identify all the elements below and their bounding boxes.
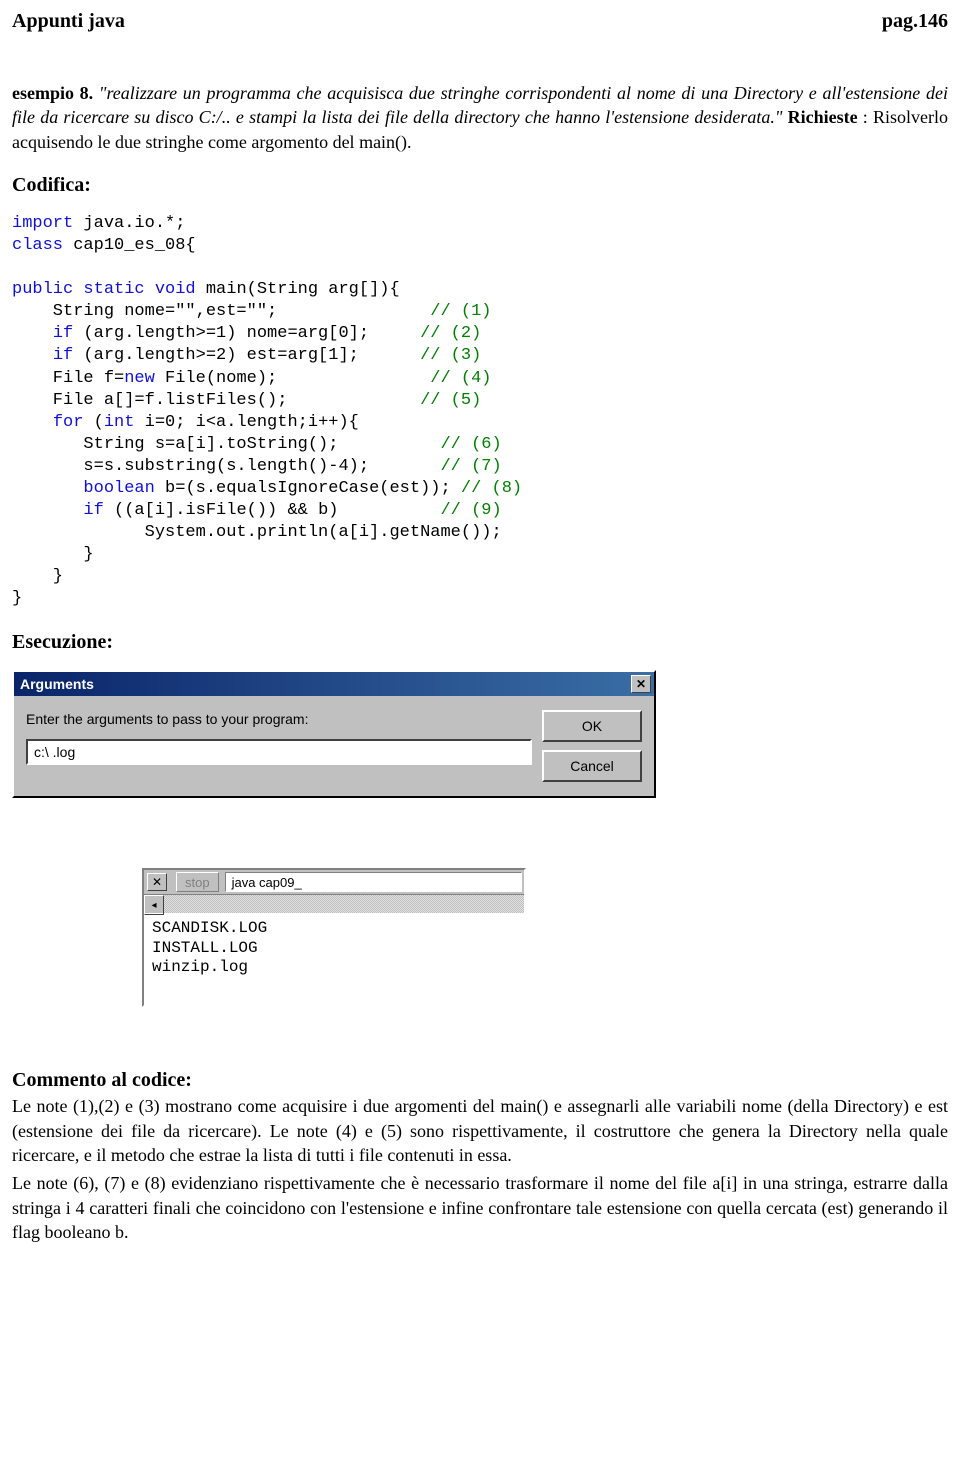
esecuzione-heading: Esecuzione: bbox=[12, 629, 948, 656]
header-right: pag.146 bbox=[882, 8, 948, 35]
dialog-title: Arguments bbox=[20, 675, 94, 694]
kw-psv: public static void bbox=[12, 280, 196, 299]
richieste-label: Richieste bbox=[788, 107, 858, 127]
kw-class: class bbox=[12, 236, 63, 255]
scrollbar[interactable]: ◂ bbox=[144, 895, 524, 913]
ok-button[interactable]: OK bbox=[542, 710, 642, 742]
codifica-heading: Codifica: bbox=[12, 172, 948, 199]
commento-p1: Le note (1),(2) e (3) mostrano come acqu… bbox=[12, 1094, 948, 1167]
output-toolbar: ✕ stop java cap09_ bbox=[144, 870, 524, 895]
stop-button[interactable]: stop bbox=[176, 872, 219, 892]
kw-import: import bbox=[12, 214, 73, 233]
close-icon[interactable]: ✕ bbox=[631, 675, 651, 693]
example-label: esempio 8. bbox=[12, 83, 93, 103]
commento-p2: Le note (6), (7) e (8) evidenziano rispe… bbox=[12, 1171, 948, 1244]
output-text: SCANDISK.LOG INSTALL.LOG winzip.log bbox=[144, 913, 524, 1005]
arguments-dialog: Arguments ✕ Enter the arguments to pass … bbox=[12, 670, 656, 799]
code-block: import java.io.*; class cap10_es_08{ pub… bbox=[12, 213, 948, 611]
close-icon[interactable]: ✕ bbox=[147, 873, 167, 891]
scroll-left-icon[interactable]: ◂ bbox=[144, 895, 164, 915]
arguments-input[interactable] bbox=[26, 739, 532, 765]
commento-heading: Commento al codice: bbox=[12, 1067, 948, 1094]
output-panel: ✕ stop java cap09_ ◂ SCANDISK.LOG INSTAL… bbox=[142, 868, 526, 1007]
command-field[interactable]: java cap09_ bbox=[225, 872, 522, 892]
cancel-button[interactable]: Cancel bbox=[542, 750, 642, 782]
dialog-prompt: Enter the arguments to pass to your prog… bbox=[26, 710, 532, 729]
header-left: Appunti java bbox=[12, 8, 125, 35]
intro-text: esempio 8. "realizzare un programma che … bbox=[12, 81, 948, 154]
dialog-body: Enter the arguments to pass to your prog… bbox=[14, 696, 654, 796]
scroll-track[interactable] bbox=[164, 895, 524, 913]
dialog-titlebar[interactable]: Arguments ✕ bbox=[14, 672, 654, 697]
page-header: Appunti java pag.146 bbox=[12, 8, 948, 35]
